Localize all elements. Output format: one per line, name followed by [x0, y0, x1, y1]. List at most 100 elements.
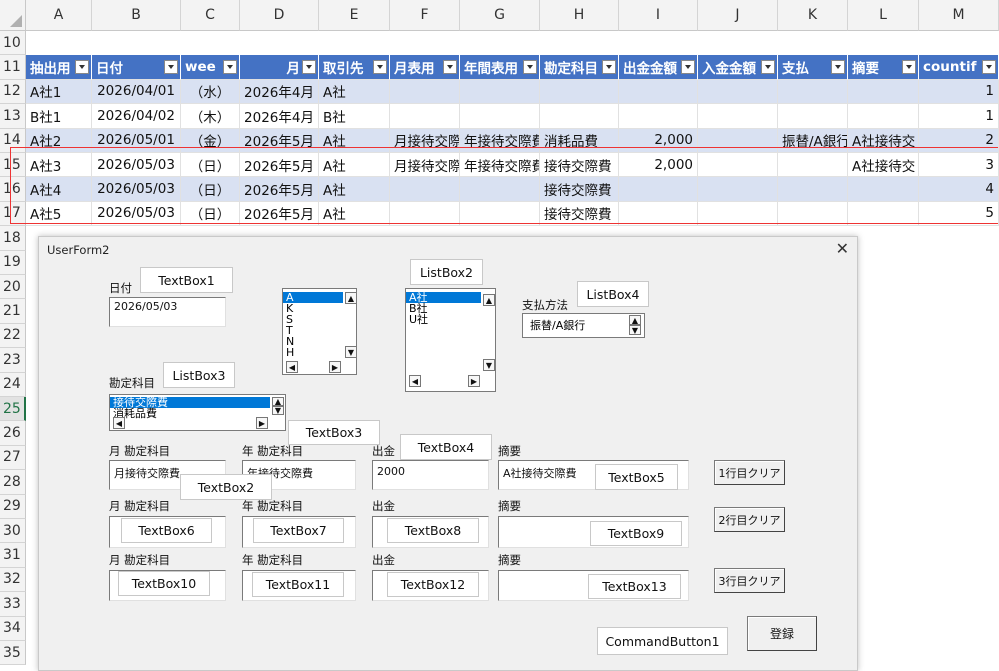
col-header-H[interactable]: H — [540, 0, 619, 31]
table-cell[interactable]: 月接待交際 — [390, 128, 460, 153]
table-cell[interactable]: （日） — [181, 153, 240, 178]
table-cell[interactable]: 2 — [919, 128, 999, 153]
col-header-J[interactable]: J — [698, 0, 778, 31]
table-cell[interactable]: 2026年4月 — [240, 79, 319, 105]
table-cell[interactable] — [848, 177, 919, 202]
table-header[interactable]: 入金金額 — [698, 55, 778, 80]
table-cell[interactable] — [390, 79, 460, 105]
filter-dropdown-icon[interactable] — [443, 60, 457, 75]
col-header-M[interactable]: M — [919, 0, 999, 31]
table-cell[interactable] — [390, 177, 460, 202]
table-cell[interactable]: 2026年4月 — [240, 104, 319, 129]
row-header-18[interactable]: 18 — [0, 226, 26, 251]
filter-dropdown-icon[interactable] — [523, 60, 537, 75]
table-cell[interactable] — [619, 104, 698, 129]
table-cell[interactable] — [619, 79, 698, 105]
table-header[interactable]: countif — [919, 55, 999, 80]
table-cell[interactable] — [778, 177, 848, 202]
col-header-F[interactable]: F — [390, 0, 460, 31]
table-cell[interactable] — [540, 104, 619, 129]
table-cell[interactable]: B社 — [319, 104, 390, 129]
table-cell[interactable]: 1 — [919, 104, 999, 129]
register-button[interactable]: 登録 — [747, 616, 817, 651]
scroll-down-icon[interactable]: ▼ — [272, 406, 284, 415]
row-header-21[interactable]: 21 — [0, 299, 26, 324]
table-cell[interactable]: A社2 — [26, 128, 92, 153]
row1-out-input[interactable]: 2000 — [372, 460, 489, 490]
row-header-24[interactable]: 24 — [0, 372, 26, 397]
clear-row3-button[interactable]: 3行目クリア — [714, 568, 785, 593]
table-cell[interactable]: A社接待交 — [848, 128, 919, 153]
filter-dropdown-icon[interactable] — [75, 60, 89, 75]
listbox4[interactable]: 振替/A銀行 ▲ ▼ — [522, 313, 645, 338]
scroll-right-icon[interactable]: ▶ — [329, 361, 341, 373]
filter-dropdown-icon[interactable] — [302, 60, 316, 75]
filter-dropdown-icon[interactable] — [681, 60, 695, 75]
scroll-right-icon[interactable]: ▶ — [256, 417, 268, 429]
table-cell[interactable] — [460, 177, 540, 202]
table-header[interactable]: 日付 — [92, 55, 181, 80]
table-header[interactable]: 月 — [240, 55, 319, 80]
list-item[interactable]: H — [283, 347, 343, 358]
row-header-33[interactable]: 33 — [0, 592, 26, 617]
table-cell[interactable] — [390, 104, 460, 129]
table-cell[interactable]: 消耗品費 — [540, 128, 619, 153]
table-cell[interactable]: A社 — [319, 177, 390, 202]
listbox1[interactable]: AKSTNH ▲ ▼ ◀ ▶ — [282, 288, 357, 375]
scroll-right-icon[interactable]: ▶ — [468, 375, 480, 387]
filter-dropdown-icon[interactable] — [373, 60, 387, 75]
col-header-A[interactable]: A — [26, 0, 92, 31]
table-cell[interactable]: 2026年5月 — [240, 128, 319, 153]
table-cell[interactable] — [698, 153, 778, 178]
table-cell[interactable] — [540, 79, 619, 105]
filter-dropdown-icon[interactable] — [902, 60, 916, 75]
scroll-down-icon[interactable]: ▼ — [345, 346, 356, 358]
row-header-31[interactable]: 31 — [0, 543, 26, 568]
table-cell[interactable] — [619, 177, 698, 202]
table-header[interactable]: 年間表用 — [460, 55, 540, 80]
table-cell[interactable]: A社 — [319, 153, 390, 178]
table-cell[interactable]: 年接待交際費 — [460, 128, 540, 153]
filter-dropdown-icon[interactable] — [982, 60, 996, 75]
date-input[interactable]: 2026/05/03 — [109, 297, 226, 327]
table-cell[interactable] — [848, 104, 919, 129]
table-header[interactable]: wee — [181, 55, 240, 80]
filter-dropdown-icon[interactable] — [602, 60, 616, 75]
row-header-20[interactable]: 20 — [0, 275, 26, 300]
col-header-L[interactable]: L — [848, 0, 919, 31]
row-header-11[interactable]: 11 — [0, 55, 26, 80]
row-header-16[interactable]: 16 — [0, 177, 26, 202]
table-cell[interactable]: 2,000 — [619, 128, 698, 153]
scroll-left-icon[interactable]: ◀ — [286, 361, 298, 373]
spin-up-icon[interactable]: ▲ — [629, 315, 641, 325]
clear-row2-button[interactable]: 2行目クリア — [714, 507, 785, 532]
filter-dropdown-icon[interactable] — [164, 60, 178, 75]
table-cell[interactable] — [778, 79, 848, 105]
table-cell[interactable] — [698, 79, 778, 105]
table-header[interactable]: 勘定科目 — [540, 55, 619, 80]
table-cell[interactable]: A社1 — [26, 79, 92, 105]
table-header[interactable]: 出金金額 — [619, 55, 698, 80]
listbox3[interactable]: 接待交際費 消耗品費 ▲ ▼ ◀ ▶ — [109, 394, 286, 431]
table-cell[interactable]: 振替/A銀行 — [778, 128, 848, 153]
table-cell[interactable]: A社接待交 — [848, 153, 919, 178]
table-cell[interactable] — [698, 177, 778, 202]
col-header-B[interactable]: B — [92, 0, 181, 31]
userform[interactable]: UserForm2 ✕ 日付 TextBox1 2026/05/03 AKSTN… — [38, 236, 858, 671]
scroll-up-icon[interactable]: ▲ — [345, 292, 356, 304]
table-cell[interactable]: 2,000 — [619, 153, 698, 178]
table-cell[interactable]: 接待交際費 — [540, 153, 619, 178]
row-header-14[interactable]: 14 — [0, 128, 26, 153]
select-all-corner[interactable] — [0, 0, 26, 31]
scroll-up-icon[interactable]: ▲ — [483, 294, 495, 306]
table-header[interactable]: 摘要 — [848, 55, 919, 80]
row-header-10[interactable]: 10 — [0, 31, 26, 56]
spin-down-icon[interactable]: ▼ — [629, 325, 641, 335]
table-cell[interactable]: （水） — [181, 79, 240, 105]
row-header-22[interactable]: 22 — [0, 323, 26, 349]
table-cell[interactable]: 2026年5月 — [240, 177, 319, 202]
table-cell[interactable]: 2026/05/03 — [92, 153, 181, 178]
row-header-12[interactable]: 12 — [0, 79, 26, 105]
table-cell[interactable] — [460, 79, 540, 105]
table-cell[interactable]: A社 — [319, 128, 390, 153]
